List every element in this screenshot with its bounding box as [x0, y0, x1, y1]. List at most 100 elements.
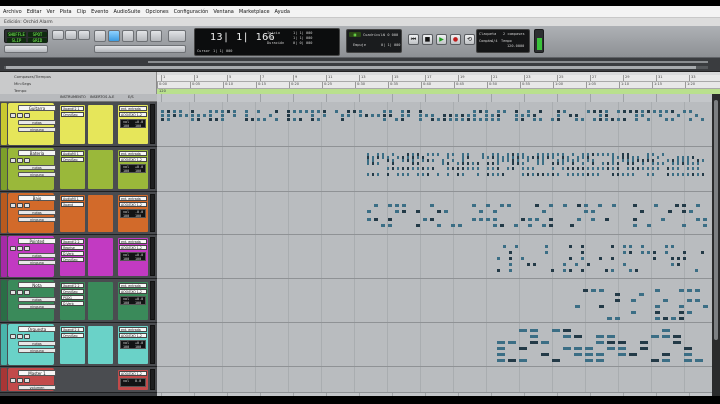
midi-note[interactable]: [377, 162, 379, 165]
midi-note[interactable]: [687, 311, 692, 314]
zoom-presets[interactable]: [4, 45, 48, 53]
trim-tool-icon[interactable]: [94, 30, 106, 42]
midi-note[interactable]: [672, 173, 674, 176]
midi-note[interactable]: [642, 167, 644, 170]
midi-note[interactable]: [684, 353, 692, 356]
midi-note[interactable]: [477, 173, 479, 176]
midi-note[interactable]: [431, 118, 434, 121]
midi-note[interactable]: [353, 110, 356, 113]
length-value[interactable]: 0| 0| 000: [293, 41, 312, 45]
midi-note[interactable]: [641, 110, 644, 113]
midi-note[interactable]: [611, 257, 614, 260]
midi-note[interactable]: [584, 204, 588, 207]
midi-note[interactable]: [402, 173, 404, 176]
midi-note[interactable]: [570, 224, 574, 227]
midi-note[interactable]: [599, 114, 602, 117]
midi-note[interactable]: [593, 110, 596, 113]
universe-overview[interactable]: [0, 58, 720, 72]
pencil-tool-icon[interactable]: [150, 30, 162, 42]
insert-slot[interactable]: Xpand!2 2: [61, 239, 84, 244]
midi-note[interactable]: [563, 110, 566, 113]
midi-note[interactable]: [662, 353, 670, 356]
midi-note[interactable]: [557, 110, 560, 113]
midi-note[interactable]: [443, 118, 446, 121]
insert-slot[interactable]: OmniSep: [61, 257, 84, 262]
track-mute-button[interactable]: [24, 113, 30, 118]
midi-note[interactable]: [673, 341, 681, 344]
midi-note[interactable]: [585, 347, 593, 350]
menu-item-0[interactable]: Archivo: [3, 9, 22, 15]
midi-note[interactable]: [551, 118, 554, 121]
volume-readout[interactable]: vol 0.0: [120, 378, 146, 387]
midi-note[interactable]: [542, 173, 544, 176]
play-button[interactable]: ▶: [436, 34, 447, 45]
io-selector[interactable]: ent. entrada: [119, 327, 147, 332]
midi-note[interactable]: [682, 173, 684, 176]
track-solo-button[interactable]: [17, 158, 23, 163]
midi-note[interactable]: [311, 110, 314, 113]
menu-item-8[interactable]: Configuración: [174, 9, 209, 15]
midi-note[interactable]: [652, 167, 654, 170]
midi-note[interactable]: [452, 167, 454, 170]
midi-note[interactable]: [486, 204, 490, 207]
midi-note[interactable]: [687, 173, 689, 176]
midi-note[interactable]: [675, 204, 679, 207]
menu-item-9[interactable]: Ventana: [213, 9, 234, 15]
midi-note[interactable]: [677, 257, 680, 260]
midi-note[interactable]: [696, 204, 700, 207]
bars-ruler[interactable]: 1 3 5 7 9 11 13 15 17 19 21 23 25 27 29 31 33: [157, 75, 720, 82]
track-solo-button[interactable]: [17, 113, 23, 118]
midi-note[interactable]: [221, 118, 224, 121]
midi-note[interactable]: [179, 114, 182, 117]
track-mute-button[interactable]: [24, 203, 30, 208]
midi-note[interactable]: [323, 114, 326, 117]
midi-note[interactable]: [677, 167, 679, 170]
midi-note[interactable]: [263, 118, 266, 121]
midi-note[interactable]: [592, 162, 594, 165]
midi-note[interactable]: [605, 110, 608, 113]
midi-note[interactable]: [577, 167, 579, 170]
midi-region[interactable]: [157, 323, 712, 366]
midi-note[interactable]: [514, 224, 518, 227]
midi-note[interactable]: [581, 245, 584, 248]
midi-note[interactable]: [487, 173, 489, 176]
track-row[interactable]: Bajo notas ninguno AudioMI 1 Xpand ent. entra…: [0, 192, 157, 235]
midi-note[interactable]: [549, 224, 553, 227]
midi-note[interactable]: [655, 289, 660, 292]
midi-note[interactable]: [635, 114, 638, 117]
midi-note[interactable]: [497, 269, 500, 272]
track-view-selector[interactable]: notas: [18, 253, 56, 258]
midi-note[interactable]: [701, 251, 704, 254]
midi-note[interactable]: [457, 173, 459, 176]
midi-note[interactable]: [695, 289, 700, 292]
midi-note[interactable]: [497, 114, 500, 117]
midi-note[interactable]: [457, 162, 459, 165]
track-solo-button[interactable]: [17, 246, 23, 251]
midi-note[interactable]: [632, 167, 634, 170]
mode-shuffle-button[interactable]: SHUFFLE: [7, 32, 26, 37]
midi-note[interactable]: [503, 245, 506, 248]
volume-readout[interactable]: vol +0.0 100 100: [120, 164, 146, 173]
midi-note[interactable]: [662, 329, 670, 332]
midi-note[interactable]: [493, 224, 497, 227]
midi-note[interactable]: [641, 251, 644, 254]
midi-note[interactable]: [416, 210, 420, 213]
tempo-marker[interactable]: 120: [159, 89, 166, 93]
midi-note[interactable]: [227, 110, 230, 113]
midi-note[interactable]: [689, 210, 693, 213]
midi-note[interactable]: [633, 224, 637, 227]
midi-note[interactable]: [623, 263, 626, 266]
midi-note[interactable]: [443, 114, 446, 117]
midi-note[interactable]: [637, 159, 639, 162]
io-selector[interactable]: ent. entrada: [119, 239, 147, 244]
midi-note[interactable]: [684, 359, 692, 362]
midi-note[interactable]: [402, 159, 404, 162]
midi-note[interactable]: [697, 167, 699, 170]
midi-note[interactable]: [615, 293, 620, 296]
midi-note[interactable]: [687, 167, 689, 170]
track-view-selector[interactable]: notas: [18, 210, 56, 215]
midi-note[interactable]: [323, 110, 326, 113]
midi-note[interactable]: [519, 359, 527, 362]
midi-note[interactable]: [581, 118, 584, 121]
midi-note[interactable]: [542, 162, 544, 165]
